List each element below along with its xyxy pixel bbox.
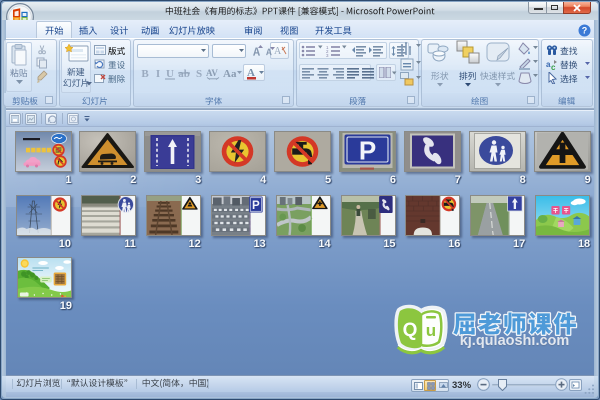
svg-text:A: A bbox=[274, 46, 282, 56]
svg-text:3: 3 bbox=[326, 53, 329, 57]
svg-text:ab: ab bbox=[178, 68, 190, 80]
svg-text:Q: Q bbox=[403, 320, 418, 341]
svg-text:B: B bbox=[141, 68, 149, 80]
svg-text:?: ? bbox=[582, 26, 588, 36]
svg-text:P: P bbox=[359, 136, 376, 166]
svg-text:c: c bbox=[551, 63, 556, 70]
svg-text:S: S bbox=[196, 68, 202, 80]
svg-text:Aa: Aa bbox=[223, 68, 237, 80]
svg-text:U: U bbox=[166, 68, 174, 80]
svg-text:u: u bbox=[426, 321, 436, 340]
svg-text:AV: AV bbox=[206, 68, 218, 78]
svg-text:I: I bbox=[156, 68, 160, 80]
svg-text:P: P bbox=[252, 198, 260, 211]
